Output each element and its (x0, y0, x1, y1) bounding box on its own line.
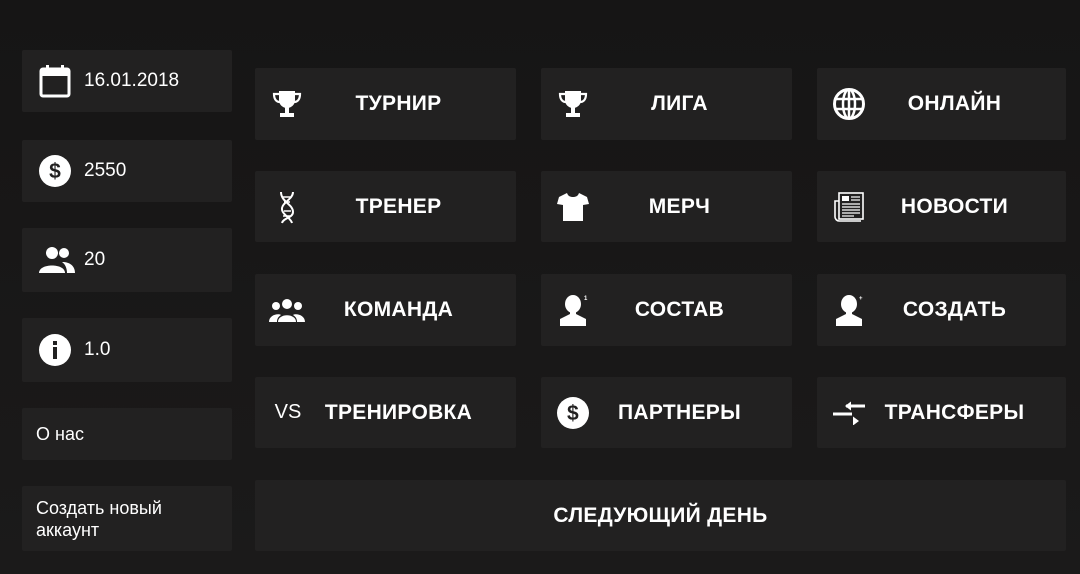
merch-button[interactable]: МЕРЧ (541, 171, 792, 242)
svg-text:1: 1 (584, 296, 588, 302)
team-button[interactable]: КОМАНДА (255, 274, 516, 346)
tournament-button[interactable]: ТУРНИР (255, 68, 516, 140)
players-display: 20 (22, 228, 232, 292)
tournament-label: ТУРНИР (355, 92, 442, 115)
player-bust-icon: + (831, 292, 867, 328)
online-label: ОНЛАЙН (907, 92, 1002, 115)
next-day-label: СЛЕДУЮЩИЙ ДЕНЬ (553, 503, 768, 527)
transfers-button[interactable]: ТРАНСФЕРЫ (817, 377, 1066, 448)
svg-text:+: + (859, 296, 863, 302)
info-icon (38, 331, 76, 369)
training-button[interactable]: VS ТРЕНИРОВКА (255, 377, 516, 448)
online-button[interactable]: ОНЛАЙН (817, 68, 1066, 140)
version-display: 1.0 (22, 318, 232, 382)
create-label: СОЗДАТЬ (902, 298, 1007, 321)
transfers-label: ТРАНСФЕРЫ (884, 400, 1025, 424)
about-label: О нас (36, 424, 84, 444)
svg-text:$: $ (567, 402, 579, 425)
news-button[interactable]: НОВОСТИ (817, 171, 1066, 242)
next-day-button[interactable]: СЛЕДУЮЩИЙ ДЕНЬ (255, 480, 1066, 551)
dollar-icon: $ (38, 152, 76, 190)
calendar-icon (38, 62, 76, 100)
globe-icon (831, 86, 867, 122)
people-icon (38, 241, 76, 279)
roster-button[interactable]: 1 СОСТАВ (541, 274, 792, 346)
partners-button[interactable]: $ ПАРТНЕРЫ (541, 377, 792, 448)
dna-icon (269, 189, 305, 225)
trophy-icon (269, 86, 305, 122)
trophy-icon (555, 86, 591, 122)
main-screen: 16.01.2018 $ 2550 20 1.0 О нас Создать н… (0, 0, 1080, 574)
players-text: 20 (84, 249, 106, 270)
group-icon (267, 292, 307, 328)
dollar-icon: $ (555, 395, 591, 431)
swap-arrows-icon (831, 395, 867, 431)
new-account-button[interactable]: Создать новый аккаунт (22, 486, 232, 551)
partners-label: ПАРТНЕРЫ (618, 400, 741, 424)
team-label: КОМАНДА (343, 298, 454, 321)
roster-label: СОСТАВ (634, 298, 725, 321)
league-button[interactable]: ЛИГА (541, 68, 792, 140)
merch-label: МЕРЧ (648, 194, 711, 218)
news-label: НОВОСТИ (900, 194, 1009, 218)
tshirt-icon (555, 189, 591, 225)
about-button[interactable]: О нас (22, 408, 232, 460)
league-label: ЛИГА (651, 92, 708, 115)
date-text: 16.01.2018 (84, 70, 180, 91)
coach-label: ТРЕНЕР (355, 194, 442, 218)
version-text: 1.0 (84, 339, 111, 360)
player-bust-icon: 1 (555, 292, 591, 328)
vs-icon: VS (274, 401, 302, 423)
create-button[interactable]: + СОЗДАТЬ (817, 274, 1066, 346)
money-text: 2550 (84, 160, 127, 181)
newspaper-icon (831, 189, 867, 225)
coach-button[interactable]: ТРЕНЕР (255, 171, 516, 242)
svg-text:$: $ (49, 160, 61, 183)
new-account-label: Создать новый аккаунт (36, 497, 162, 540)
date-display: 16.01.2018 (22, 50, 232, 112)
training-label: ТРЕНИРОВКА (324, 400, 473, 424)
money-display: $ 2550 (22, 140, 232, 202)
